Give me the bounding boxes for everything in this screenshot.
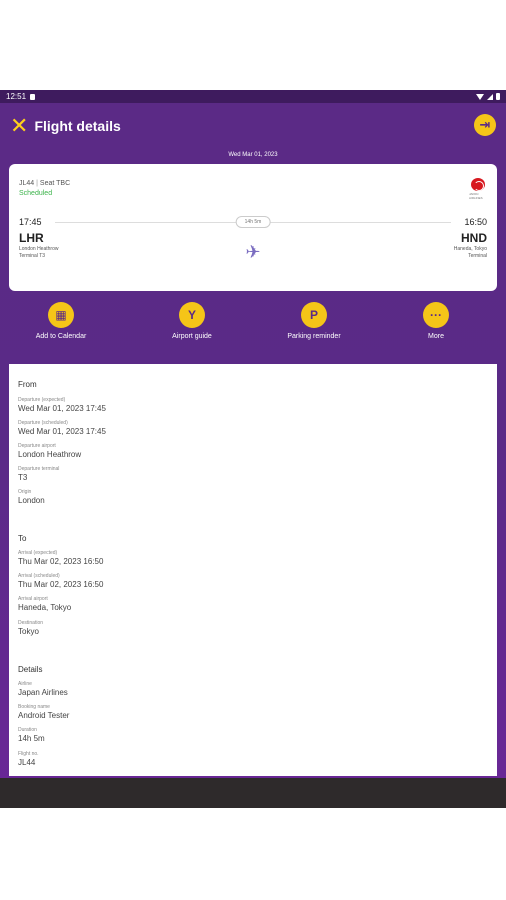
field-value: Wed Mar 01, 2023 17:45 xyxy=(18,404,106,413)
field-label: Flight no. xyxy=(18,751,39,757)
field-value: London xyxy=(18,496,45,505)
field-value: Japan Airlines xyxy=(18,688,68,697)
field-label: Destination xyxy=(18,620,44,626)
field-label: Booking name xyxy=(18,704,50,710)
departure-time: 17:45 xyxy=(19,217,42,227)
field-label: Duration xyxy=(18,727,37,733)
cocktail-icon: Y xyxy=(179,302,205,328)
section-title-to: To xyxy=(18,534,27,543)
flight-date: Wed Mar 01, 2023 xyxy=(228,152,278,158)
field-value: Android Tester xyxy=(18,711,70,720)
arrival-airport: Haneda, Tokyo xyxy=(453,246,487,252)
add-to-calendar-button[interactable]: ▦ Add to Calendar xyxy=(11,302,111,340)
field-value: Thu Mar 02, 2023 16:50 xyxy=(18,580,104,589)
crane-icon xyxy=(471,178,485,191)
field-value: JL44 xyxy=(18,758,36,767)
field-label: Departure (expected) xyxy=(18,397,66,403)
action-bar: ▦ Add to Calendar Y Airport guide P Park… xyxy=(0,302,506,346)
flight-status: Scheduled xyxy=(19,190,53,197)
page-title: Flight details xyxy=(34,118,121,134)
wifi-icon xyxy=(476,93,484,100)
field-label: Airline xyxy=(18,681,32,687)
departure-code: LHR xyxy=(19,231,44,245)
departure-airport-info: London Heathrow Terminal T3 xyxy=(19,246,58,260)
field-label: Departure airport xyxy=(18,443,56,449)
field-value: 14h 5m xyxy=(18,734,45,743)
field-label: Departure (scheduled) xyxy=(18,420,68,426)
signal-icon xyxy=(487,93,493,100)
flight-header: JL44 | Seat TBC xyxy=(19,180,71,187)
arrival-time: 16:50 xyxy=(464,217,487,227)
notification-icon xyxy=(30,93,36,100)
field-value: T3 xyxy=(18,473,28,482)
plane-icon: ✈ xyxy=(245,242,261,262)
airport-guide-button[interactable]: Y Airport guide xyxy=(142,302,242,340)
logout-icon: ⇥ xyxy=(479,117,491,132)
section-title-from: From xyxy=(18,380,37,389)
duration-badge: 14h 5m xyxy=(235,216,271,228)
field-value: Tokyo xyxy=(18,627,39,636)
status-bar: 12:51 xyxy=(0,90,506,103)
airline-logo: JAPAN AIRLINES xyxy=(469,178,487,200)
departure-terminal: Terminal T3 xyxy=(19,253,46,259)
more-icon: ··· xyxy=(423,302,449,328)
arrival-code: HND xyxy=(461,231,487,245)
section-title-details: Details xyxy=(18,665,43,674)
parking-reminder-button[interactable]: P Parking reminder xyxy=(264,302,364,340)
field-value: Wed Mar 01, 2023 17:45 xyxy=(18,427,106,436)
field-label: Origin xyxy=(18,489,32,495)
flight-number: JL44 xyxy=(19,180,35,187)
app-screen: 12:51 ✕ Flight details ⇥ Wed Mar 01, 202… xyxy=(0,90,506,808)
more-button[interactable]: ··· More xyxy=(386,302,486,340)
flight-card[interactable]: JL44 | Seat TBC Scheduled JAPAN AIRLINES… xyxy=(9,164,497,291)
details-panel[interactable]: From Departure (expected) Wed Mar 01, 20… xyxy=(9,364,497,776)
close-icon[interactable]: ✕ xyxy=(10,115,28,137)
departure-airport: London Heathrow xyxy=(19,246,59,252)
parking-icon: P xyxy=(301,302,327,328)
field-value: London Heathrow xyxy=(18,450,82,459)
status-time: 12:51 xyxy=(6,92,27,101)
battery-icon xyxy=(496,93,500,100)
calendar-icon: ▦ xyxy=(48,302,74,328)
field-label: Departure terminal xyxy=(18,466,60,472)
field-label: Arrival (scheduled) xyxy=(18,573,60,579)
field-value: Haneda, Tokyo xyxy=(18,603,72,612)
system-nav-bar xyxy=(0,778,506,808)
logout-button[interactable]: ⇥ xyxy=(474,114,496,136)
arrival-airport-info: Haneda, Tokyo Terminal xyxy=(454,246,487,260)
field-value: Thu Mar 02, 2023 16:50 xyxy=(18,557,104,566)
field-label: Arrival airport xyxy=(18,596,48,602)
seat-info: Seat TBC xyxy=(39,180,71,187)
field-label: Arrival (expected) xyxy=(18,550,58,556)
arrival-terminal: Terminal xyxy=(468,253,487,259)
app-bar: ✕ Flight details ⇥ xyxy=(10,112,496,140)
